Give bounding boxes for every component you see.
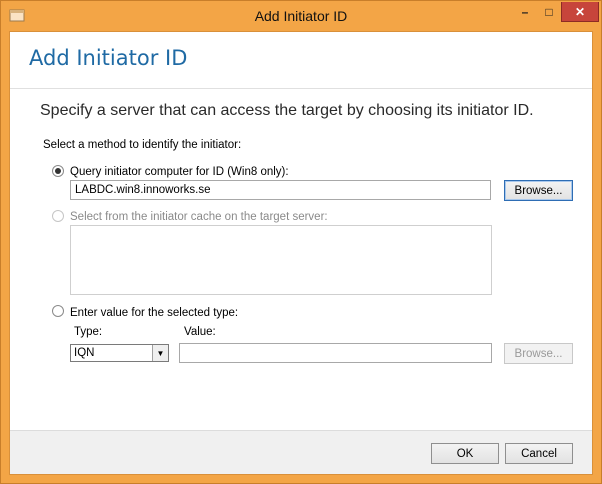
type-select-value: IQN: [74, 347, 95, 359]
dialog-window: Add Initiator ID – □ ✕ Add Initiator ID …: [0, 0, 602, 484]
maximize-button[interactable]: □: [537, 2, 561, 22]
manual-radio[interactable]: [52, 305, 64, 317]
type-select[interactable]: IQN ▼: [70, 344, 169, 362]
initiator-cache-list[interactable]: [70, 225, 492, 295]
chevron-down-icon[interactable]: ▼: [152, 345, 168, 361]
page-title: Add Initiator ID: [29, 46, 188, 70]
cache-radio-label: Select from the initiator cache on the t…: [70, 211, 328, 223]
cache-radio[interactable]: [52, 210, 64, 222]
minimize-button[interactable]: –: [513, 2, 537, 22]
title-bar[interactable]: Add Initiator ID – □ ✕: [1, 1, 601, 31]
query-radio-label[interactable]: Query initiator computer for ID (Win8 on…: [70, 166, 289, 178]
button-bar: OK Cancel: [10, 430, 592, 474]
value-label: Value:: [184, 326, 216, 338]
dialog-body: Add Initiator ID Specify a server that c…: [9, 31, 593, 475]
cancel-button[interactable]: Cancel: [505, 443, 573, 464]
type-label: Type:: [74, 326, 103, 338]
query-browse-button[interactable]: Browse...: [504, 180, 573, 201]
manual-browse-button[interactable]: Browse...: [504, 343, 573, 364]
header-divider: [10, 88, 592, 89]
window-title: Add Initiator ID: [254, 8, 348, 24]
query-computer-input[interactable]: LABDC.win8.innoworks.se: [70, 180, 491, 200]
instruction-text: Specify a server that can access the tar…: [40, 102, 534, 119]
query-radio[interactable]: [52, 165, 64, 177]
ok-button[interactable]: OK: [431, 443, 499, 464]
manual-radio-label[interactable]: Enter value for the selected type:: [70, 307, 238, 319]
close-button[interactable]: ✕: [561, 2, 599, 22]
value-input[interactable]: [179, 343, 492, 363]
method-label: Select a method to identify the initiato…: [43, 139, 242, 151]
